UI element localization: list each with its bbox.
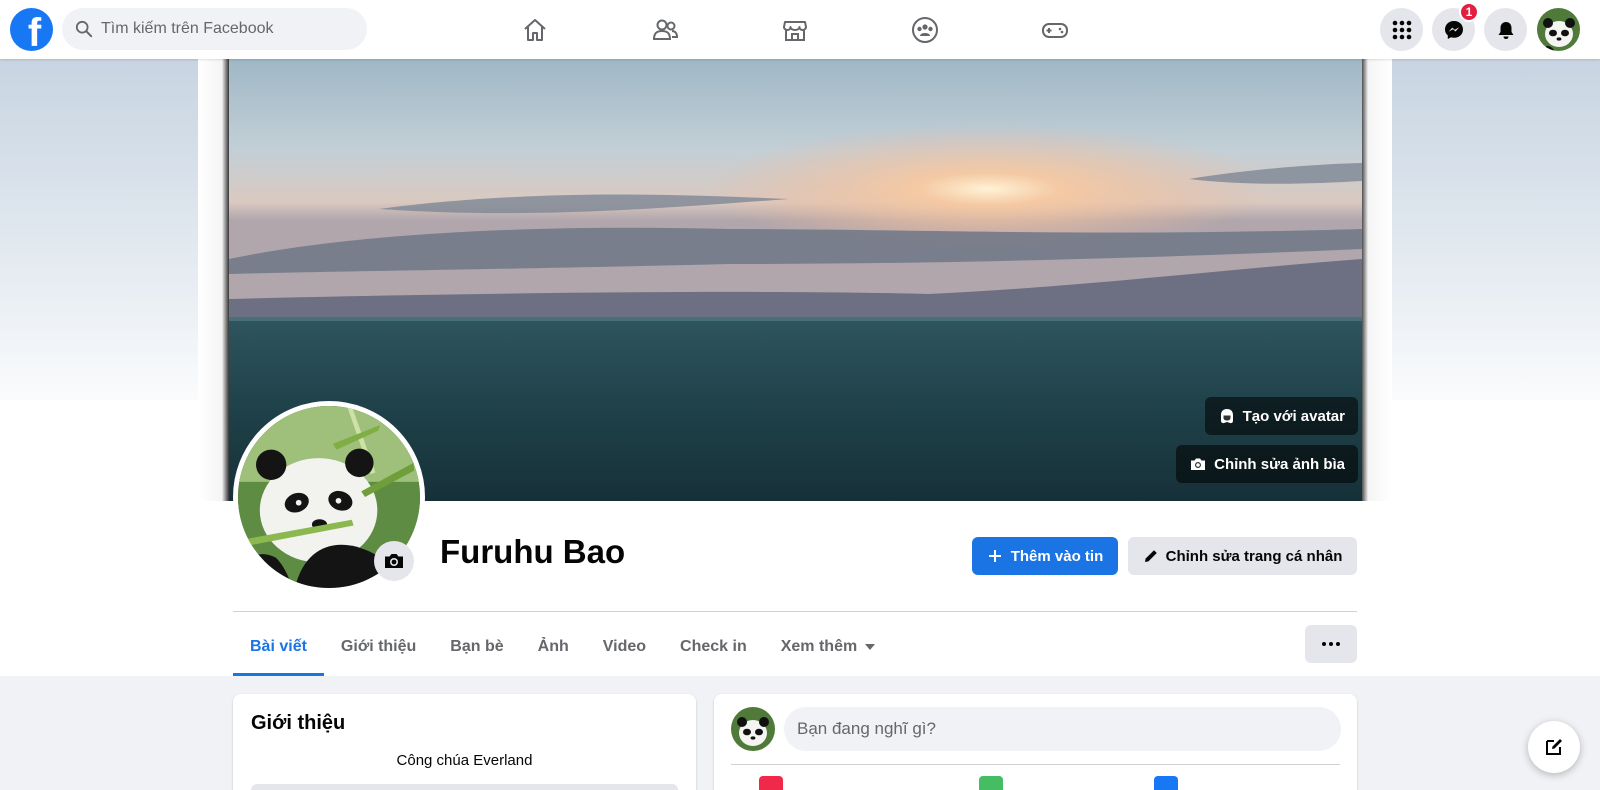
edit-bio-button[interactable] — [251, 784, 678, 790]
tab-about[interactable]: Giới thiệu — [324, 618, 433, 676]
intro-bio: Công chúa Everland — [396, 752, 533, 769]
live-video-icon[interactable] — [759, 776, 783, 790]
more-dot — [1329, 642, 1333, 646]
notifications-button[interactable] — [1484, 8, 1527, 51]
messenger-button[interactable]: 1 — [1432, 2, 1479, 51]
more-options-button[interactable] — [1305, 625, 1357, 663]
marketplace-icon[interactable] — [775, 10, 815, 50]
post-composer: Bạn đang nghĩ gì? — [714, 694, 1357, 790]
header-divider — [233, 611, 1357, 612]
camera-icon — [385, 554, 403, 568]
search-input[interactable] — [101, 20, 351, 38]
tab-video[interactable]: Video — [586, 618, 663, 676]
edit-cover-photo-button[interactable]: Chỉnh sửa ảnh bìa — [1176, 445, 1358, 483]
avatar-icon — [1220, 409, 1233, 424]
tab-see-more[interactable]: Xem thêm — [764, 618, 892, 676]
groups-icon[interactable] — [905, 10, 945, 50]
add-to-story-button[interactable]: Thêm vào tin — [972, 537, 1118, 575]
intro-card: Giới thiệu Công chúa Everland — [233, 694, 696, 790]
photo-video-icon[interactable] — [979, 776, 1003, 790]
menu-grid-icon — [1392, 20, 1411, 39]
caret-down-icon — [865, 644, 876, 650]
life-event-icon[interactable] — [1154, 776, 1178, 790]
tab-friends[interactable]: Bạn bè — [433, 618, 520, 676]
search-box[interactable] — [62, 8, 367, 50]
create-with-avatar-button[interactable]: Tạo với avatar — [1204, 397, 1358, 435]
top-navigation-bar: f 1 — [0, 0, 1600, 59]
tab-see-more-label: Xem thêm — [780, 638, 858, 655]
tab-photos[interactable]: Ảnh — [521, 618, 586, 676]
gaming-icon[interactable] — [1035, 10, 1075, 50]
messenger-badge: 1 — [1459, 2, 1479, 22]
search-icon — [75, 20, 93, 38]
camera-icon — [1191, 458, 1206, 470]
more-dot — [1322, 642, 1326, 646]
tab-posts[interactable]: Bài viết — [233, 618, 324, 676]
pencil-icon — [1144, 550, 1157, 562]
profile-name: Furuhu Bao — [440, 533, 626, 570]
composer-avatar — [731, 707, 775, 751]
messenger-icon — [1444, 20, 1463, 39]
more-dot — [1336, 642, 1340, 646]
friends-icon[interactable] — [645, 10, 685, 50]
plus-icon — [988, 550, 1001, 562]
intro-title: Giới thiệu — [251, 712, 346, 734]
update-profile-picture-button[interactable] — [374, 541, 414, 581]
compose-icon — [1546, 739, 1562, 755]
profile-tabs: Bài viết Giới thiệu Bạn bè Ảnh Video Che… — [233, 618, 892, 676]
new-message-button[interactable] — [1528, 721, 1580, 773]
edit-profile-button[interactable]: Chỉnh sửa trang cá nhân — [1128, 537, 1357, 575]
tab-check-in[interactable]: Check in — [663, 618, 764, 676]
menu-grid-button[interactable] — [1380, 8, 1423, 51]
bell-icon — [1498, 21, 1513, 39]
whats-on-your-mind-input[interactable]: Bạn đang nghĩ gì? — [784, 707, 1341, 751]
composer-divider — [731, 764, 1340, 765]
account-avatar[interactable] — [1537, 8, 1580, 51]
home-icon[interactable] — [515, 10, 555, 50]
facebook-logo[interactable]: f — [10, 8, 53, 51]
